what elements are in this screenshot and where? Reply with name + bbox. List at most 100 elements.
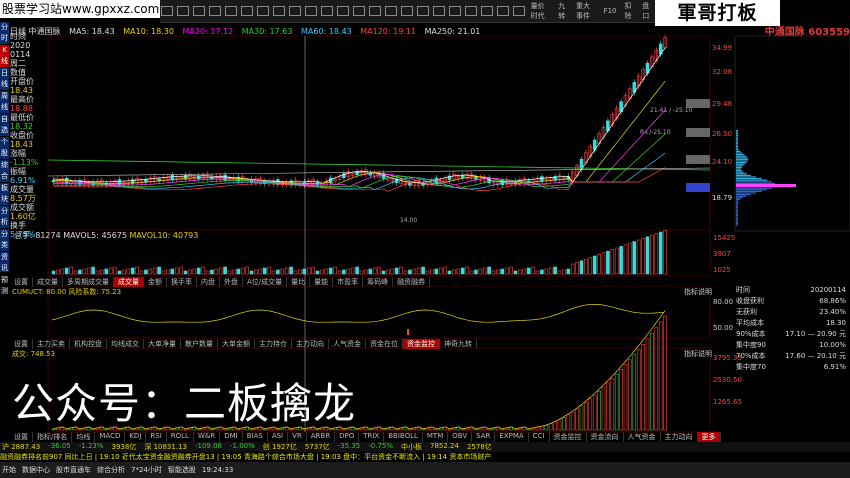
- tab-item[interactable]: 资金监控: [550, 432, 587, 442]
- volume-bar: [645, 236, 650, 275]
- tab-item[interactable]: 筹码峰: [363, 277, 394, 287]
- bottom-item[interactable]: 开始: [2, 462, 16, 478]
- tab-item[interactable]: W&R: [194, 432, 221, 442]
- chip-bar: [736, 162, 747, 164]
- tab-item[interactable]: SAR: [472, 432, 496, 442]
- chip-bar: [736, 160, 748, 162]
- tab-item[interactable]: 资金流向: [587, 432, 624, 442]
- tab-item[interactable]: 量比: [287, 277, 311, 287]
- bottom-item[interactable]: 7*24小时: [131, 462, 162, 478]
- tab-item[interactable]: 设置: [10, 339, 33, 349]
- chip-bar: [736, 174, 751, 176]
- status-item: 创 1927亿: [262, 443, 297, 451]
- tab-item[interactable]: 大单净量: [144, 339, 181, 349]
- tab-item[interactable]: 金额: [144, 277, 167, 287]
- tab-item[interactable]: ROLL: [167, 432, 194, 442]
- tab-item[interactable]: 量能: [310, 277, 334, 287]
- volume-bar: [258, 268, 263, 275]
- tab-item[interactable]: 设置: [10, 432, 33, 442]
- chip-key: 收盘获利: [736, 297, 764, 305]
- chip-value: 10.00%: [819, 341, 846, 349]
- tab-item[interactable]: BIAS: [243, 432, 268, 442]
- bottom-item[interactable]: 股市直通车: [56, 462, 91, 478]
- indicator2-bar: [597, 390, 601, 431]
- volume-bar: [218, 267, 223, 275]
- tab-item[interactable]: 主力动向: [292, 339, 329, 349]
- tab-item[interactable]: 主力持仓: [255, 339, 292, 349]
- tab-item[interactable]: 人气资金: [329, 339, 366, 349]
- volume-axis-label: 1025: [713, 266, 731, 274]
- tab-item[interactable]: KDJ: [125, 432, 147, 442]
- tab-item[interactable]: 指标/排名: [33, 432, 73, 442]
- tab-item[interactable]: A位/成交量: [243, 277, 288, 287]
- tab-item[interactable]: 外盘: [220, 277, 243, 287]
- bottom-item[interactable]: 智能选股: [168, 462, 196, 478]
- volume-bar: [302, 268, 307, 275]
- volume-bar: [267, 266, 271, 275]
- tab-item[interactable]: VR: [288, 432, 307, 442]
- bottom-item[interactable]: 数据中心: [22, 462, 50, 478]
- tab-item[interactable]: CCI: [529, 432, 550, 442]
- tab-item[interactable]: 资金在位: [366, 339, 403, 349]
- tab-item[interactable]: 成交量: [33, 277, 63, 287]
- bottom-item[interactable]: 综合分析: [97, 462, 125, 478]
- volume-bar: [350, 267, 355, 275]
- tab-item[interactable]: 成交量: [114, 277, 144, 287]
- tab-item[interactable]: MTM: [423, 432, 449, 442]
- bottom-item[interactable]: 19:24:33: [202, 462, 233, 478]
- chip-bar: [736, 178, 762, 180]
- volume-bar: [60, 268, 65, 275]
- tab-item[interactable]: 人气资金: [624, 432, 661, 442]
- chip-key: 90%成本: [736, 330, 766, 338]
- tab-item[interactable]: 神奇九转: [440, 339, 477, 349]
- volume-ma5: MAVOL5: 45675: [63, 231, 127, 240]
- tab-item[interactable]: 资金监控: [403, 339, 440, 349]
- tab-item[interactable]: 散户数量: [181, 339, 218, 349]
- chip-panel: 时间 20200114 收盘获利 68.86% 无获利 23.40% 平均成本 18.30 90…: [736, 285, 850, 435]
- price-label: 32.08: [712, 68, 733, 76]
- tab-item[interactable]: EXPMA: [495, 432, 529, 442]
- tab-item[interactable]: 更多: [697, 432, 721, 442]
- indicator2-bar: [566, 414, 571, 431]
- tab-item[interactable]: OBV: [448, 432, 473, 442]
- tab-item[interactable]: 机构控盘: [70, 339, 107, 349]
- volume-bar: [518, 269, 522, 275]
- chip-value: 68.86%: [819, 297, 846, 305]
- indicator1-help[interactable]: 指标说明: [684, 287, 712, 297]
- volume-bar: [117, 270, 122, 275]
- status-item: -0.75%: [368, 442, 393, 450]
- volume-bar: [284, 267, 289, 275]
- indicator2-bar: [645, 338, 650, 431]
- chip-bar: [736, 149, 739, 151]
- volume-bar: [394, 267, 399, 275]
- chip-value: 17.10 — 20.90 元: [785, 330, 846, 338]
- tab-item[interactable]: RSI: [146, 432, 167, 442]
- chip-bar: [736, 136, 738, 138]
- tab-item[interactable]: 均线成交: [107, 339, 144, 349]
- tab-item[interactable]: ARBR: [307, 432, 336, 442]
- tab-item[interactable]: 内盘: [197, 277, 220, 287]
- tab-item[interactable]: BBIBOLL: [384, 432, 423, 442]
- tab-item[interactable]: DPO: [335, 432, 360, 442]
- tab-item[interactable]: 主力买卖: [33, 339, 70, 349]
- tab-item[interactable]: 市盈率: [333, 277, 364, 287]
- tab-item[interactable]: 融资融券: [393, 277, 431, 287]
- volume-bar: [522, 268, 527, 275]
- tab-item[interactable]: 均线: [72, 432, 96, 442]
- tab-item[interactable]: TRIX: [359, 432, 385, 442]
- tab-item[interactable]: 主力动向: [661, 432, 698, 442]
- volume-bar: [104, 268, 109, 275]
- volume-tabs: 设置 成交量 多周期成交量 成交量 金额 换手率 内盘 外盘 A位/成交量 量比 量能 市盈率 筹码峰融…: [10, 277, 710, 287]
- indicator2-help[interactable]: 指标说明: [684, 349, 712, 359]
- tab-item[interactable]: DMI: [220, 432, 243, 442]
- chip-bar: [736, 147, 738, 149]
- tab-item[interactable]: 多周期成交量: [63, 277, 114, 287]
- volume-bar: [170, 268, 175, 275]
- tab-item[interactable]: 设置: [10, 277, 33, 287]
- volume-bar: [438, 267, 443, 275]
- tab-item[interactable]: 换手率: [167, 277, 197, 287]
- volume-bar: [606, 250, 610, 275]
- tab-item[interactable]: ASI: [268, 432, 289, 442]
- tab-item[interactable]: MACD: [95, 432, 126, 442]
- tab-item[interactable]: 大单金额: [218, 339, 255, 349]
